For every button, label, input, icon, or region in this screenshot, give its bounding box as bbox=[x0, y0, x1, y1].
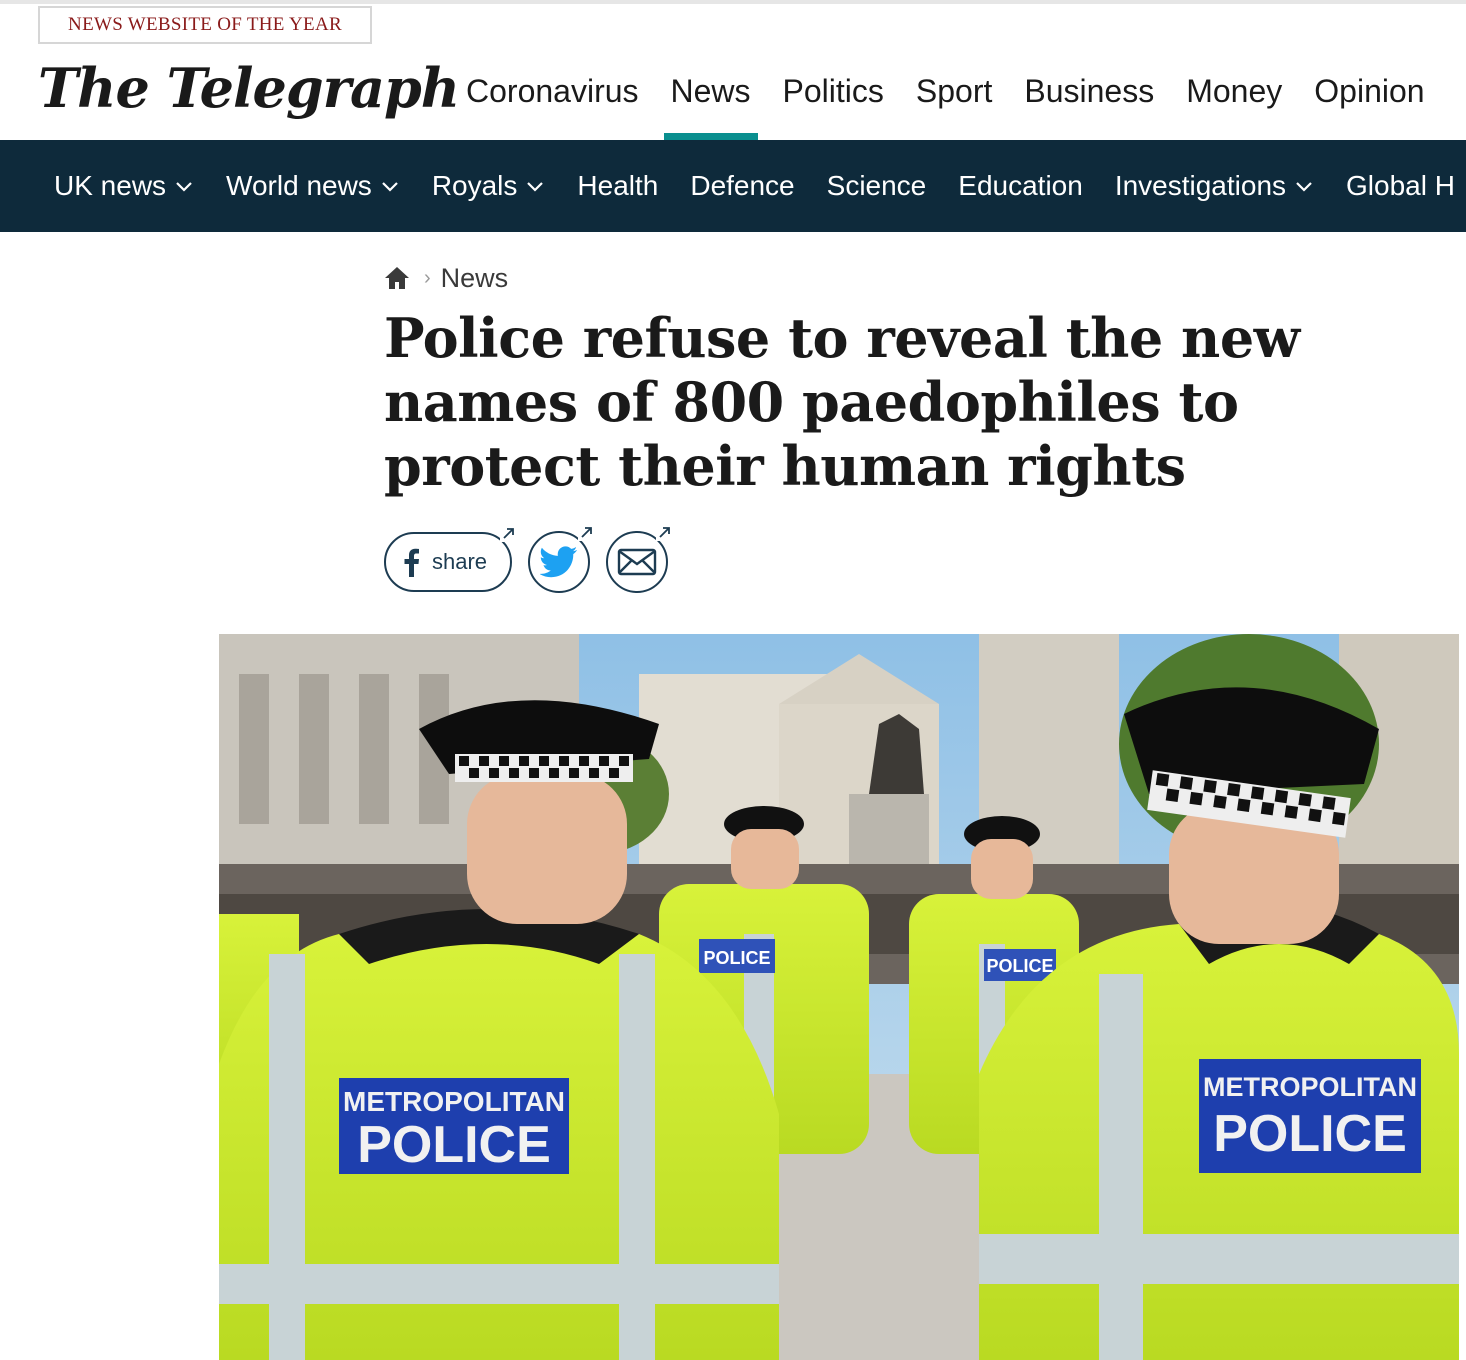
secondary-nav-investigations[interactable]: Investigations bbox=[1099, 140, 1330, 232]
secondary-nav-label: Defence bbox=[690, 170, 795, 201]
secondary-nav-world-news[interactable]: World news bbox=[210, 140, 416, 232]
secondary-nav-uk-news[interactable]: UK news bbox=[38, 140, 210, 232]
secondary-nav-defence[interactable]: Defence bbox=[674, 140, 810, 232]
twitter-icon bbox=[540, 546, 578, 578]
envelope-icon bbox=[617, 548, 657, 576]
secondary-nav-label: Education bbox=[958, 170, 1083, 201]
police-badge-mid: POLICE bbox=[703, 948, 770, 968]
chevron-down-icon bbox=[527, 182, 544, 192]
facebook-icon bbox=[404, 548, 419, 577]
telegraph-logo[interactable]: The Telegraph bbox=[38, 52, 460, 124]
primary-nav-business[interactable]: Business bbox=[1008, 60, 1170, 140]
police-badge-left-line1: METROPOLITAN bbox=[343, 1086, 565, 1117]
secondary-nav: UK news World news Royals Health Defence… bbox=[0, 140, 1466, 232]
secondary-nav-science[interactable]: Science bbox=[811, 140, 943, 232]
share-bar: share bbox=[384, 525, 684, 596]
secondary-nav-label: Health bbox=[577, 170, 659, 201]
police-officers-photo: POLICE POLICE METROPOLITAN POLICE METROP… bbox=[219, 634, 1459, 1360]
primary-nav-sport[interactable]: Sport bbox=[900, 60, 1008, 140]
police-badge-mid: POLICE bbox=[986, 956, 1053, 976]
breadcrumb: › News bbox=[384, 258, 508, 298]
police-badge-right-line2: POLICE bbox=[1213, 1105, 1407, 1163]
chevron-down-icon bbox=[382, 182, 398, 192]
external-link-icon bbox=[500, 526, 516, 542]
article-headline: Police refuse to reveal the new names of… bbox=[384, 306, 1300, 498]
top-border bbox=[0, 0, 1466, 4]
primary-nav: Coronavirus News Politics Sport Business… bbox=[450, 60, 1441, 140]
breadcrumb-separator-icon: › bbox=[424, 266, 431, 289]
secondary-nav-label: World news bbox=[226, 170, 372, 201]
police-badge-left-line2: POLICE bbox=[357, 1116, 551, 1174]
primary-nav-coronavirus[interactable]: Coronavirus bbox=[450, 60, 655, 140]
secondary-nav-label: Investigations bbox=[1114, 170, 1287, 201]
police-badge-right-line1: METROPOLITAN bbox=[1203, 1072, 1417, 1102]
award-badge: NEWS WEBSITE OF THE YEAR bbox=[38, 6, 372, 44]
twitter-share-button[interactable] bbox=[528, 525, 594, 593]
external-link-icon bbox=[656, 525, 672, 541]
external-link-icon bbox=[578, 525, 594, 541]
breadcrumb-news-link[interactable]: News bbox=[441, 263, 509, 294]
secondary-nav-royals[interactable]: Royals bbox=[416, 140, 562, 232]
secondary-nav-label: Science bbox=[826, 170, 927, 201]
hero-image: POLICE POLICE METROPOLITAN POLICE METROP… bbox=[219, 634, 1459, 1360]
secondary-nav-label: Royals bbox=[431, 170, 518, 201]
secondary-nav-education[interactable]: Education bbox=[942, 140, 1099, 232]
home-icon[interactable] bbox=[384, 265, 410, 291]
primary-nav-opinion[interactable]: Opinion bbox=[1298, 60, 1440, 140]
secondary-nav-label: UK news bbox=[54, 170, 167, 201]
facebook-share-button[interactable]: share bbox=[384, 526, 516, 592]
facebook-share-label: share bbox=[432, 549, 488, 574]
email-share-button[interactable] bbox=[606, 525, 672, 593]
chevron-down-icon bbox=[1296, 182, 1312, 192]
primary-nav-news[interactable]: News bbox=[655, 60, 767, 140]
primary-nav-money[interactable]: Money bbox=[1170, 60, 1298, 140]
secondary-nav-label: Global H bbox=[1346, 170, 1455, 201]
primary-nav-politics[interactable]: Politics bbox=[767, 60, 900, 140]
secondary-nav-global-health[interactable]: Global H bbox=[1330, 140, 1466, 232]
chevron-down-icon bbox=[176, 182, 192, 192]
secondary-nav-health[interactable]: Health bbox=[561, 140, 674, 232]
